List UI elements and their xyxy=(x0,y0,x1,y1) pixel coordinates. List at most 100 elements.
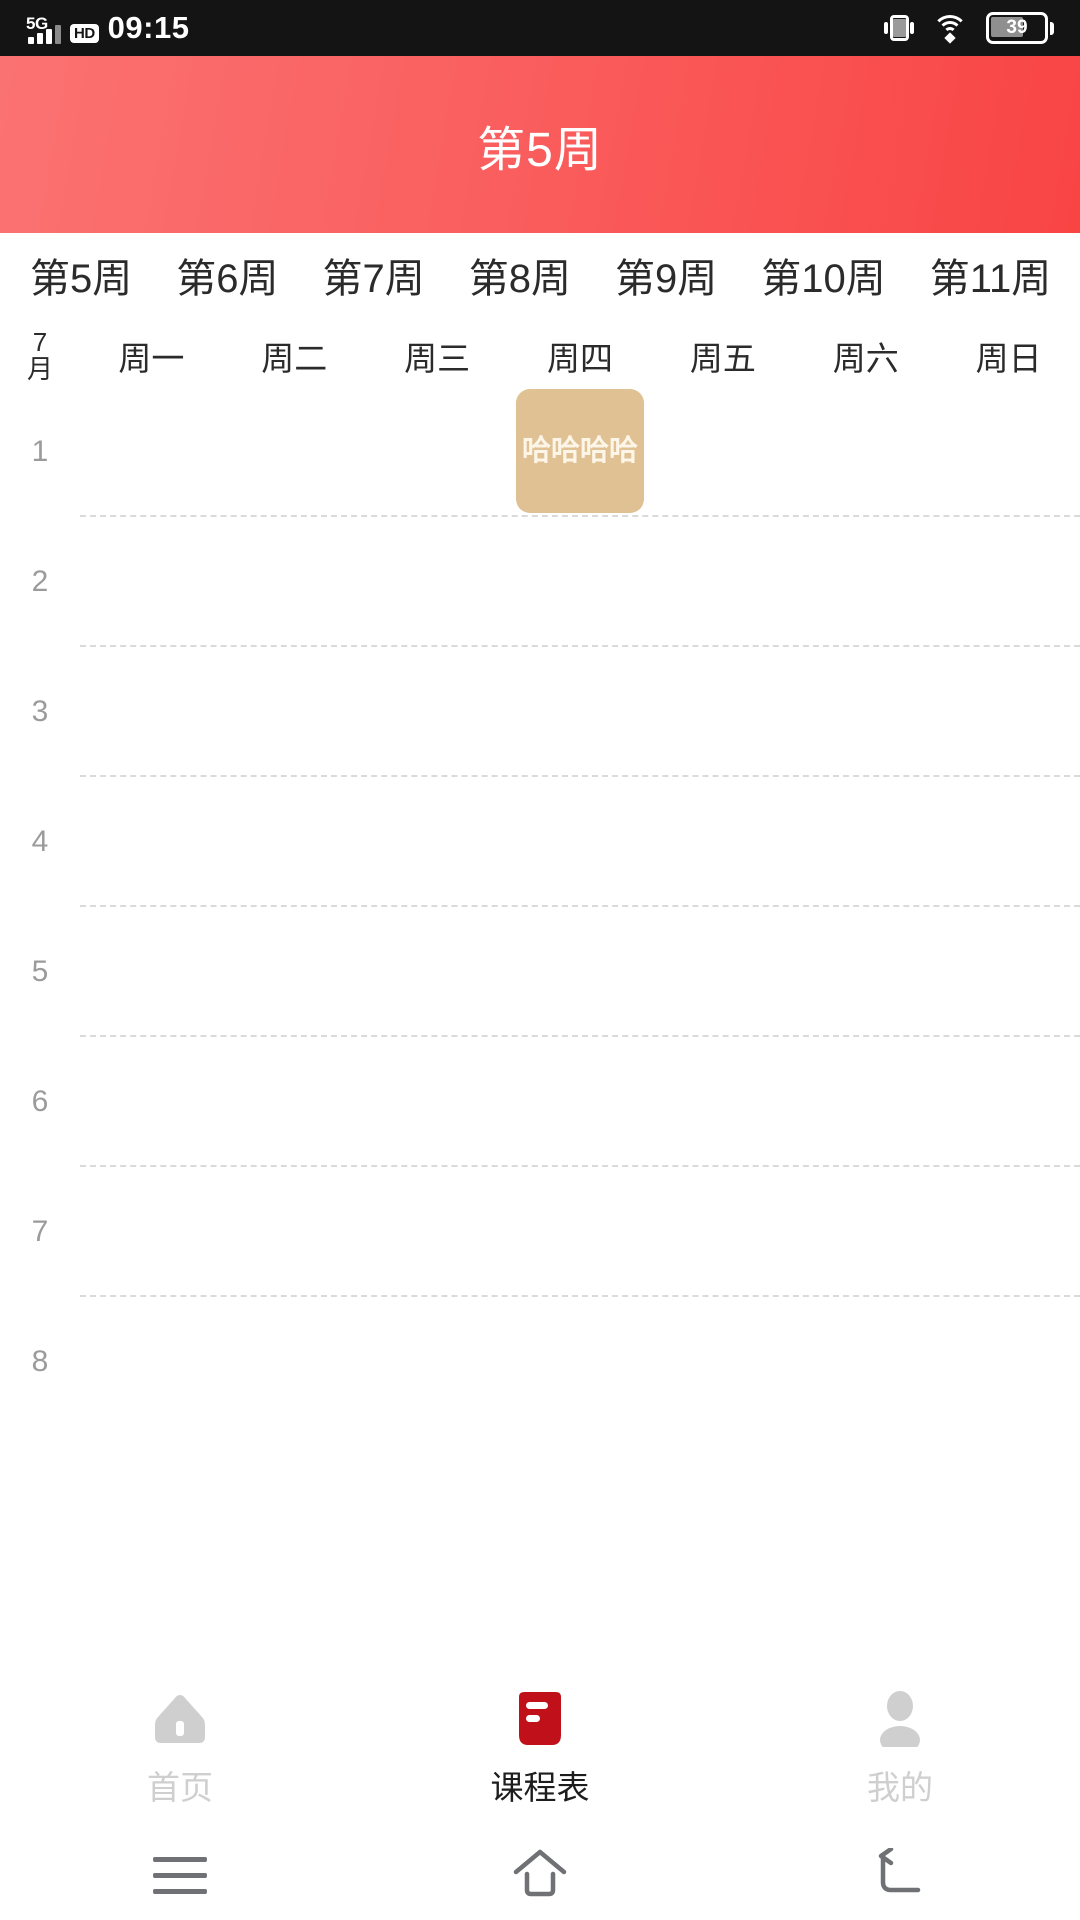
timetable-cell[interactable] xyxy=(509,777,652,907)
user-profile-icon xyxy=(872,1691,928,1747)
timetable-cell[interactable] xyxy=(651,1037,794,1167)
timetable-cell[interactable] xyxy=(366,1297,509,1427)
timetable-cell[interactable] xyxy=(80,517,223,647)
timetable-cell[interactable] xyxy=(651,387,794,517)
timetable-cell[interactable] xyxy=(366,777,509,907)
timetable-cell[interactable] xyxy=(794,1037,937,1167)
timetable-cell[interactable] xyxy=(794,387,937,517)
timetable-cell[interactable] xyxy=(366,517,509,647)
home-icon xyxy=(152,1691,208,1747)
timetable-cell[interactable] xyxy=(794,1297,937,1427)
timetable-row: 5 xyxy=(0,907,1080,1037)
timetable-cell[interactable] xyxy=(80,1037,223,1167)
timetable-row: 4 xyxy=(0,777,1080,907)
timetable-cell[interactable] xyxy=(80,907,223,1037)
timetable-cell[interactable] xyxy=(651,1167,794,1297)
timetable-cell[interactable] xyxy=(937,1037,1080,1167)
timetable-cell[interactable] xyxy=(651,517,794,647)
timetable-row: 2 xyxy=(0,517,1080,647)
timetable-cell[interactable] xyxy=(509,517,652,647)
timetable-cell[interactable] xyxy=(223,517,366,647)
timetable-cell[interactable] xyxy=(937,1167,1080,1297)
day-header-row: 7 月 周一 周二 周三 周四 周五 周六 周日 xyxy=(0,325,1080,387)
week-tab-3[interactable]: 第7周 xyxy=(301,233,447,325)
timetable-cell[interactable] xyxy=(794,777,937,907)
day-header-1: 周一 xyxy=(118,340,185,377)
period-number: 3 xyxy=(31,695,49,728)
timetable-cell[interactable] xyxy=(223,387,366,517)
status-bar-left: 5G HD 09:15 xyxy=(26,12,189,44)
timetable-cell[interactable] xyxy=(366,907,509,1037)
timetable-cell[interactable] xyxy=(223,1037,366,1167)
timetable-cell[interactable] xyxy=(223,1167,366,1297)
timetable-cell[interactable] xyxy=(223,907,366,1037)
tab-2[interactable]: 课程表 xyxy=(360,1691,720,1809)
home-button[interactable] xyxy=(360,1846,720,1905)
timetable-cell[interactable] xyxy=(794,1167,937,1297)
timetable-cell[interactable] xyxy=(223,647,366,777)
timetable-cell[interactable] xyxy=(937,647,1080,777)
timetable-cell[interactable] xyxy=(366,1037,509,1167)
course-card[interactable]: 哈哈哈哈 xyxy=(515,389,645,513)
day-header-7: 周日 xyxy=(975,340,1042,377)
timetable-cell[interactable] xyxy=(80,1297,223,1427)
timetable-cell[interactable] xyxy=(937,907,1080,1037)
week-tab-6[interactable]: 第10周 xyxy=(739,233,908,325)
timetable-cell[interactable] xyxy=(651,1297,794,1427)
timetable-cell[interactable] xyxy=(509,647,652,777)
day-header-3: 周三 xyxy=(404,340,471,377)
week-tab-4[interactable]: 第8周 xyxy=(447,233,593,325)
timetable-cell[interactable] xyxy=(794,647,937,777)
menu-icon xyxy=(153,1856,207,1894)
vibrate-icon xyxy=(884,12,914,44)
timetable-cell[interactable] xyxy=(223,777,366,907)
timetable-cell[interactable] xyxy=(651,777,794,907)
timetable-cell[interactable] xyxy=(80,647,223,777)
timetable-cell[interactable] xyxy=(509,907,652,1037)
timetable-cell[interactable] xyxy=(794,517,937,647)
timetable-cell[interactable] xyxy=(937,1297,1080,1427)
tab-label: 课程表 xyxy=(490,1769,590,1806)
page-title: 第5周 xyxy=(477,123,603,177)
battery-level-label: 39 xyxy=(1006,17,1028,38)
week-tab-2[interactable]: 第6周 xyxy=(154,233,300,325)
timetable-cell[interactable] xyxy=(651,647,794,777)
timetable-cell[interactable] xyxy=(509,1167,652,1297)
week-tab-strip[interactable]: 第5周 第6周 第7周 第8周 第9周 第10周 第11周 xyxy=(0,233,1080,325)
timetable-cell[interactable] xyxy=(80,1167,223,1297)
timetable-row: 8 xyxy=(0,1297,1080,1427)
day-header-2: 周二 xyxy=(261,340,328,377)
month-unit: 月 xyxy=(26,354,53,384)
timetable-cell[interactable] xyxy=(80,777,223,907)
signal-bars-icon: 5G xyxy=(26,14,61,44)
week-tab-1[interactable]: 第5周 xyxy=(0,233,154,325)
timetable-row: 7 xyxy=(0,1167,1080,1297)
timetable-cell[interactable] xyxy=(223,1297,366,1427)
phone-screen: 5G HD 09:15 39 第5周 第5周 第6周 第7周 第8周 第9周 第10周 第1… xyxy=(0,0,1080,1920)
timetable-cell[interactable] xyxy=(366,1167,509,1297)
menu-button[interactable] xyxy=(0,1856,360,1894)
timetable-cell[interactable] xyxy=(937,777,1080,907)
timetable-cell[interactable] xyxy=(366,647,509,777)
day-header-5: 周五 xyxy=(689,340,756,377)
timetable-cell[interactable] xyxy=(80,387,223,517)
period-number: 5 xyxy=(31,955,49,988)
bottom-tab-bar[interactable]: 首页 课程表 我的 xyxy=(0,1670,1080,1830)
timetable-cell[interactable] xyxy=(366,387,509,517)
android-navigation-bar[interactable] xyxy=(0,1830,1080,1920)
timetable-cell[interactable] xyxy=(937,387,1080,517)
month-indicator: 7 月 xyxy=(0,329,80,382)
week-tab-7[interactable]: 第11周 xyxy=(908,233,1074,325)
timetable-grid: 1 2 3 4 5 6 7 8 哈哈哈哈 xyxy=(0,387,1080,1670)
tab-label: 首页 xyxy=(147,1769,213,1806)
timetable-cell[interactable] xyxy=(651,907,794,1037)
timetable-cell[interactable] xyxy=(794,907,937,1037)
timetable-cell[interactable] xyxy=(937,517,1080,647)
timetable-cell[interactable] xyxy=(509,1037,652,1167)
period-number: 7 xyxy=(31,1215,49,1248)
back-button[interactable] xyxy=(720,1846,1080,1903)
timetable-cell[interactable] xyxy=(509,1297,652,1427)
week-tab-5[interactable]: 第9周 xyxy=(593,233,739,325)
tab-3[interactable]: 我的 xyxy=(720,1691,1080,1809)
tab-1[interactable]: 首页 xyxy=(0,1691,360,1809)
